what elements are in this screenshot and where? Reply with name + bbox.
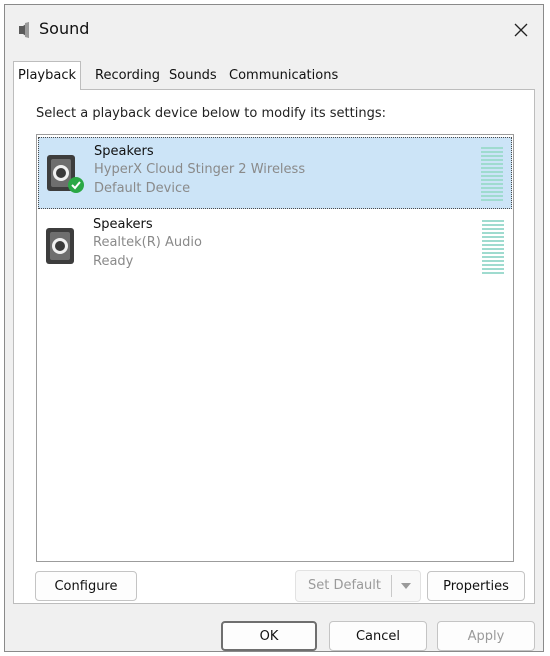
speaker-app-icon [19,22,29,38]
green-check-icon [68,177,84,193]
tab-sounds[interactable]: Sounds [165,64,221,88]
apply-button[interactable]: Apply [437,621,535,651]
device-status: Default Device [94,181,191,196]
split-divider [391,575,392,597]
volume-meter [482,220,504,276]
device-description: HyperX Cloud Stinger 2 Wireless [94,162,306,177]
properties-button[interactable]: Properties [427,571,525,601]
close-button[interactable] [503,13,539,47]
instruction-text: Select a playback device below to modify… [36,106,386,121]
device-name: Speakers [94,144,154,159]
speaker-icon [46,228,74,264]
tab-communications[interactable]: Communications [225,64,342,88]
volume-meter [481,147,503,203]
playback-panel: Select a playback device below to modify… [13,89,535,604]
device-name: Speakers [93,217,153,232]
ok-button[interactable]: OK [221,621,317,651]
close-icon [514,23,528,37]
cancel-button[interactable]: Cancel [329,621,427,651]
tab-playback[interactable]: Playback [13,61,82,90]
configure-button[interactable]: Configure [35,571,137,601]
device-status: Ready [93,254,134,269]
device-item-hyperx[interactable]: Speakers HyperX Cloud Stinger 2 Wireless… [38,137,512,209]
device-item-realtek[interactable]: Speakers Realtek(R) Audio Ready [38,211,512,283]
set-default-label: Set Default [308,578,381,593]
set-default-button[interactable]: Set Default [295,570,421,602]
tab-strip: Playback Recording Sounds Communications [13,61,535,90]
device-description: Realtek(R) Audio [93,235,202,250]
device-list[interactable]: Speakers HyperX Cloud Stinger 2 Wireless… [36,134,514,562]
tab-recording[interactable]: Recording [91,64,164,88]
title-bar[interactable]: Sound [5,5,543,55]
window-title: Sound [39,19,90,38]
chevron-down-icon[interactable] [396,579,416,593]
sound-dialog: Sound Playback Recording Sounds Communic… [4,4,544,652]
